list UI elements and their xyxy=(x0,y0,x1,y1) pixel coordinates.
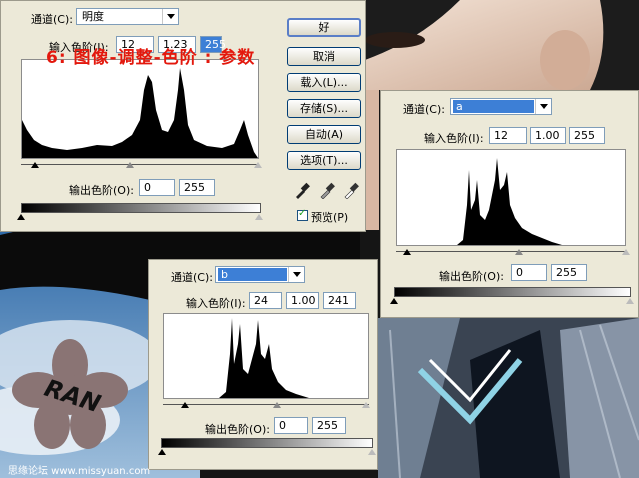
channel-value: b xyxy=(218,268,287,281)
chevron-down-icon[interactable] xyxy=(162,9,178,24)
channel-label: 通道(C): xyxy=(31,13,73,26)
output-black-field[interactable]: 0 xyxy=(274,417,308,434)
channel-label: 通道(C): xyxy=(171,271,213,284)
output-black-field[interactable]: 0 xyxy=(511,264,547,281)
ok-button[interactable]: 好 xyxy=(287,18,361,37)
chevron-down-icon[interactable] xyxy=(288,267,304,282)
output-white-slider[interactable] xyxy=(368,449,376,455)
output-white-slider[interactable] xyxy=(626,298,634,304)
input-white-slider[interactable] xyxy=(622,249,630,255)
output-white-field[interactable]: 255 xyxy=(551,264,587,281)
input-slider-track xyxy=(21,164,259,165)
auto-button[interactable]: 自动(A) xyxy=(287,125,361,144)
input-gamma-field[interactable]: 1.00 xyxy=(530,127,566,144)
output-black-slider[interactable] xyxy=(158,449,166,455)
cancel-button[interactable]: 取消 xyxy=(287,47,361,66)
input-gamma-field[interactable]: 1.00 xyxy=(286,292,319,309)
histogram xyxy=(396,149,626,246)
output-black-field[interactable]: 0 xyxy=(139,179,175,196)
output-levels-label: 输出色阶(O): xyxy=(69,184,134,197)
channel-select[interactable]: b xyxy=(215,266,305,283)
gray-eyedropper-icon[interactable] xyxy=(319,181,335,199)
output-levels-label: 输出色阶(O): xyxy=(439,270,504,283)
preview-label: 预览(P) xyxy=(311,211,349,224)
input-gamma-slider[interactable] xyxy=(126,162,134,168)
input-white-field[interactable]: 255 xyxy=(569,127,605,144)
output-white-field[interactable]: 255 xyxy=(179,179,215,196)
input-white-slider[interactable] xyxy=(254,162,262,168)
input-black-slider[interactable] xyxy=(403,249,411,255)
input-white-field[interactable]: 241 xyxy=(323,292,356,309)
output-white-slider[interactable] xyxy=(255,214,263,220)
levels-dialog-lightness: 通道(C): 明度 输入色阶(I): 12 1.23 255 输出色阶(O): … xyxy=(0,0,366,232)
levels-dialog-channel-a: 通道(C): a 输入色阶(I): 12 1.00 255 输出色阶(O): 0… xyxy=(380,90,639,318)
channel-select[interactable]: 明度 xyxy=(76,8,179,25)
site-watermark: 思缘论坛 www.missyuan.com xyxy=(8,466,151,477)
options-button[interactable]: 选项(T)... xyxy=(287,151,361,170)
histogram xyxy=(163,313,369,399)
output-black-slider[interactable] xyxy=(17,214,25,220)
input-black-slider[interactable] xyxy=(31,162,39,168)
preview-checkbox[interactable] xyxy=(297,208,308,221)
channel-value: a xyxy=(453,100,534,113)
output-gradient-bar xyxy=(394,287,631,297)
input-black-field[interactable]: 12 xyxy=(489,127,527,144)
input-slider-track xyxy=(396,251,626,252)
output-gradient-bar xyxy=(161,438,373,448)
black-eyedropper-icon[interactable] xyxy=(294,181,310,199)
input-white-slider[interactable] xyxy=(362,402,370,408)
input-gamma-slider[interactable] xyxy=(273,402,281,408)
input-levels-label: 输入色阶(I): xyxy=(186,297,246,310)
step-caption: 6: 图像-调整-色阶 : 参数 xyxy=(46,48,256,68)
input-slider-track xyxy=(163,404,369,405)
chevron-down-icon[interactable] xyxy=(535,99,551,114)
channel-value: 明度 xyxy=(82,10,104,23)
input-black-slider[interactable] xyxy=(181,402,189,408)
input-gamma-slider[interactable] xyxy=(515,249,523,255)
white-eyedropper-icon[interactable] xyxy=(343,181,359,199)
channel-select[interactable]: a xyxy=(450,98,552,115)
output-gradient-bar xyxy=(21,203,261,213)
channel-label: 通道(C): xyxy=(403,103,445,116)
save-button[interactable]: 存储(S)... xyxy=(287,99,361,118)
output-levels-label: 输出色阶(O): xyxy=(205,423,270,436)
histogram xyxy=(21,59,259,159)
load-button[interactable]: 载入(L)... xyxy=(287,73,361,92)
output-black-slider[interactable] xyxy=(390,298,398,304)
levels-dialog-channel-b: 通道(C): b 输入色阶(I): 24 1.00 241 输出色阶(O): 0… xyxy=(148,259,378,470)
input-black-field[interactable]: 24 xyxy=(249,292,282,309)
input-levels-label: 输入色阶(I): xyxy=(424,132,484,145)
output-white-field[interactable]: 255 xyxy=(312,417,346,434)
